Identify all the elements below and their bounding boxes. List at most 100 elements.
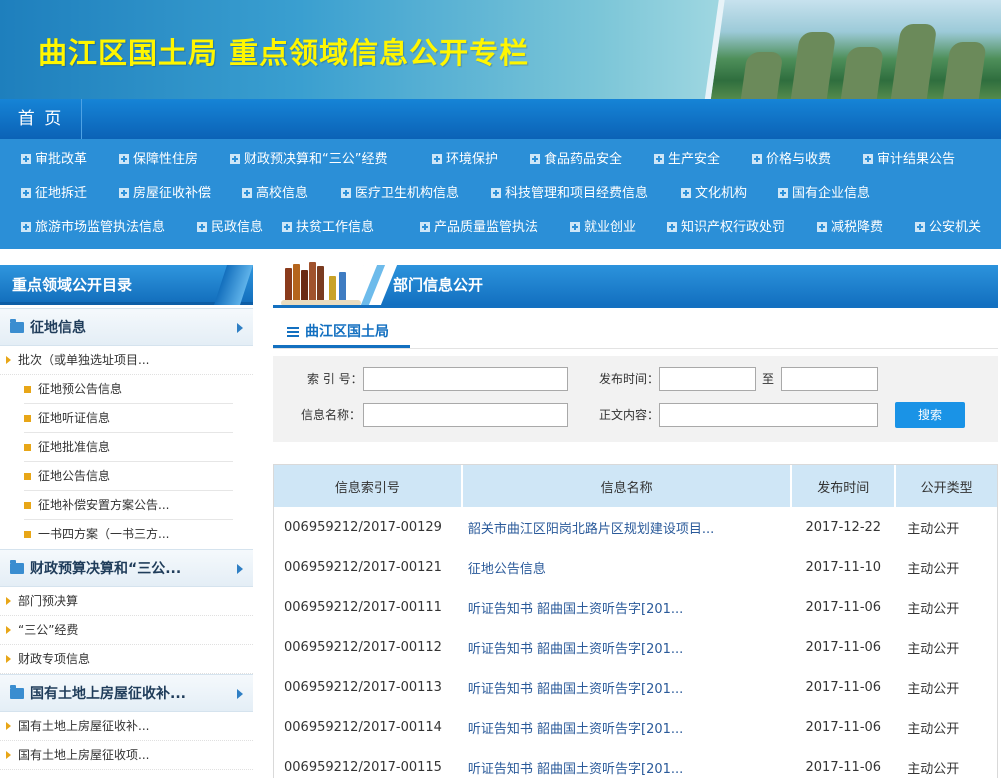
sidebar-subitem[interactable]: 国有土地上房屋征收补... [0, 712, 253, 741]
table-row[interactable]: 006959212/2017-00113 听证告知书 韶曲国土资听告字[201.… [274, 667, 997, 707]
category-link[interactable]: 国有企业信息 [778, 177, 870, 211]
title-link[interactable]: 听证告知书 韶曲国土资听告字[201... [462, 627, 792, 667]
sidebar-leaf[interactable]: 征地预公告信息 [0, 375, 253, 404]
title-link[interactable]: 听证告知书 韶曲国土资听告字[201... [462, 667, 792, 707]
table-row[interactable]: 006959212/2017-00111 听证告知书 韶曲国土资听告字[201.… [274, 587, 997, 627]
category-link[interactable]: 高校信息 [242, 177, 308, 211]
category-link[interactable]: 公安机关 [915, 211, 981, 245]
date-label: 发布时间： [599, 372, 660, 386]
category-link[interactable]: 审批改革 [21, 143, 87, 177]
type-cell: 主动公开 [907, 641, 960, 657]
search-button[interactable]: 搜索 [895, 402, 965, 428]
date-cell: 2017-11-06 [805, 599, 882, 615]
sidebar-subitem[interactable]: 国有土地上房屋征收项... [0, 741, 253, 770]
category-link[interactable]: 旅游市场监管执法信息 [21, 211, 165, 245]
date-cell: 2017-11-06 [805, 719, 882, 735]
category-link[interactable]: 知识产权行政处罚 [667, 211, 785, 245]
table-row[interactable]: 006959212/2017-00115 听证告知书 韶曲国土资听告字[201.… [274, 747, 997, 778]
sidebar-leaf[interactable]: 征地听证信息 [0, 404, 253, 433]
category-link[interactable]: 医疗卫生机构信息 [341, 177, 459, 211]
sidebar-subitem[interactable]: 批次（或单独选址项目... [0, 346, 253, 375]
type-cell: 主动公开 [907, 521, 960, 537]
caret-right-icon [6, 751, 11, 759]
index-cell: 006959212/2017-00115 [284, 759, 442, 775]
category-row-3: 旅游市场监管执法信息 民政信息 扶贫工作信息 产品质量监管执法 就业创业 知识产… [0, 211, 1001, 245]
category-link[interactable]: 减税降费 [817, 211, 883, 245]
index-cell: 006959212/2017-00111 [284, 599, 442, 615]
tab-department[interactable]: 曲江区国土局 [273, 318, 410, 348]
category-link[interactable]: 环境保护 [432, 143, 498, 177]
index-label: 索 引 号： [307, 372, 363, 386]
category-link[interactable]: 科技管理和项目经费信息 [491, 177, 648, 211]
category-link[interactable]: 食品药品安全 [530, 143, 622, 177]
bullet-icon [24, 444, 31, 451]
content-input[interactable] [659, 403, 878, 427]
title-link[interactable]: 征地公告信息 [462, 547, 792, 587]
plus-box-icon [915, 222, 925, 232]
plus-box-icon [667, 222, 677, 232]
column-header: 公开类型 [895, 465, 997, 507]
category-link[interactable]: 扶贫工作信息 [282, 211, 374, 245]
plus-box-icon [420, 222, 430, 232]
plus-box-icon [817, 222, 827, 232]
sidebar-leaf[interactable]: 征地公告信息 [0, 462, 253, 491]
plus-box-icon [21, 222, 31, 232]
date-cell: 2017-12-22 [805, 519, 882, 535]
category-link[interactable]: 保障性住房 [119, 143, 198, 177]
plus-box-icon [21, 188, 31, 198]
title-link[interactable]: 听证告知书 韶曲国土资听告字[201... [462, 587, 792, 627]
sidebar-subitem[interactable]: 财政专项信息 [0, 645, 253, 674]
info-name-input[interactable] [363, 403, 568, 427]
category-link[interactable]: 文化机构 [681, 177, 747, 211]
table-row[interactable]: 006959212/2017-00121 征地公告信息 2017-11-10 主… [274, 547, 997, 587]
folder-icon [10, 685, 24, 699]
index-number-input[interactable] [363, 367, 568, 391]
plus-box-icon [863, 154, 873, 164]
index-cell: 006959212/2017-00129 [284, 519, 442, 535]
category-link[interactable]: 民政信息 [197, 211, 263, 245]
caret-right-icon [6, 722, 11, 730]
category-link[interactable]: 就业创业 [570, 211, 636, 245]
sidebar-leaf[interactable]: 一书四方案（一书三方... [0, 520, 253, 549]
table-row[interactable]: 006959212/2017-00112 听证告知书 韶曲国土资听告字[201.… [274, 627, 997, 667]
sidebar-leaf[interactable]: 征地补偿安置方案公告... [0, 491, 253, 520]
category-link[interactable]: 价格与收费 [752, 143, 831, 177]
category-link[interactable]: 生产安全 [654, 143, 720, 177]
date-to-label: 至 [762, 372, 775, 386]
sidebar-leaf[interactable]: 征地批准信息 [0, 433, 253, 462]
name-label: 信息名称： [301, 408, 362, 422]
index-cell: 006959212/2017-00112 [284, 639, 442, 655]
date-to-input[interactable] [781, 367, 878, 391]
sidebar-section[interactable]: 国有土地上房屋征收补... [0, 674, 253, 712]
category-link[interactable]: 征地拆迁 [21, 177, 87, 211]
sidebar-subitem[interactable]: “三公”经费 [0, 616, 253, 645]
date-from-input[interactable] [659, 367, 756, 391]
type-cell: 主动公开 [907, 681, 960, 697]
category-link[interactable]: 房屋征收补偿 [119, 177, 211, 211]
title-link[interactable]: 韶关市曲江区阳岗北路片区规划建设项目... [462, 507, 792, 547]
plus-box-icon [341, 188, 351, 198]
type-cell: 主动公开 [907, 601, 960, 617]
category-link[interactable]: 产品质量监管执法 [420, 211, 538, 245]
table-row[interactable]: 006959212/2017-00114 听证告知书 韶曲国土资听告字[201.… [274, 707, 997, 747]
table-row[interactable]: 006959212/2017-00129 韶关市曲江区阳岗北路片区规划建设项目.… [274, 507, 997, 547]
caret-right-icon [6, 356, 11, 364]
bullet-icon [24, 473, 31, 480]
plus-box-icon [21, 154, 31, 164]
category-link[interactable]: 审计结果公告 [863, 143, 955, 177]
sidebar-section[interactable]: 征地信息 [0, 308, 253, 346]
content-label: 正文内容： [599, 408, 660, 422]
sidebar-section[interactable]: 财政预算决算和“三公... [0, 549, 253, 587]
nav-home-link[interactable]: 首 页 [0, 99, 82, 139]
plus-box-icon [752, 154, 762, 164]
plus-box-icon [242, 188, 252, 198]
sidebar-subitem[interactable]: 部门预决算 [0, 587, 253, 616]
chevron-right-icon [237, 689, 243, 699]
search-panel: 索 引 号： 发布时间： 至 信息名称： 正文内容： 搜索 [273, 356, 998, 442]
plus-box-icon [282, 222, 292, 232]
sidebar-title: 重点领域公开目录 [0, 265, 253, 305]
category-row-1: 审批改革 保障性住房 财政预决算和“三公”经费 环境保护 食品药品安全 生产安全… [0, 143, 1001, 177]
title-link[interactable]: 听证告知书 韶曲国土资听告字[201... [462, 707, 792, 747]
title-link[interactable]: 听证告知书 韶曲国土资听告字[201... [462, 747, 792, 778]
category-link[interactable]: 财政预决算和“三公”经费 [230, 143, 387, 177]
